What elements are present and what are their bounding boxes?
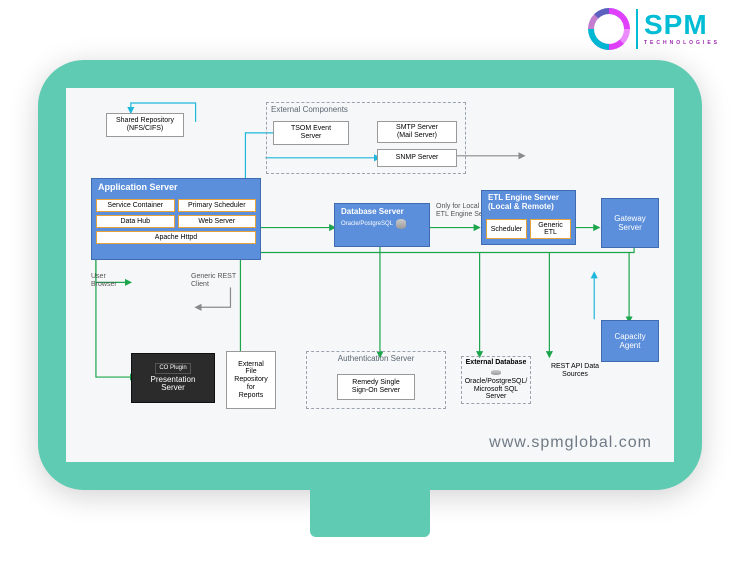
etl-generic-pill: Generic ETL bbox=[530, 219, 571, 239]
tsom-event-server-box: TSOM Event Server bbox=[273, 121, 349, 145]
generic-rest-client-label: Generic REST Client bbox=[191, 273, 236, 288]
app-server-title: Application Server bbox=[92, 179, 260, 195]
etl-scheduler-pill: Scheduler bbox=[486, 219, 527, 239]
web-server-pill: Web Server bbox=[178, 215, 257, 228]
monitor-frame: Shared Repository (NFS/CIFS) External Co… bbox=[38, 60, 702, 490]
spm-logo: SPM TECHNOLOGIES bbox=[588, 8, 720, 50]
monitor-stand bbox=[310, 487, 430, 537]
ext-db-sub: Oracle/PostgreSQL/ Microsoft SQL Server bbox=[465, 378, 528, 401]
shared-repository-box: Shared Repository (NFS/CIFS) bbox=[106, 113, 184, 137]
snmp-server-box: SNMP Server bbox=[377, 149, 457, 167]
service-container-pill: Service Container bbox=[96, 199, 175, 212]
database-server-box: Database Server Oracle/PostgreSQL bbox=[334, 203, 430, 247]
primary-scheduler-pill: Primary Scheduler bbox=[178, 199, 257, 212]
external-file-repo-box: External File Repository for Reports bbox=[226, 351, 276, 409]
logo-separator bbox=[636, 9, 638, 49]
data-hub-pill: Data Hub bbox=[96, 215, 175, 228]
smtp-server-box: SMTP Server (Mail Server) bbox=[377, 121, 457, 143]
screen: Shared Repository (NFS/CIFS) External Co… bbox=[66, 88, 674, 462]
architecture-diagram: Shared Repository (NFS/CIFS) External Co… bbox=[76, 98, 664, 420]
apache-httpd-pill: Apache Httpd bbox=[96, 231, 256, 244]
database-icon bbox=[396, 219, 406, 229]
presentation-server-box: CO Plugin Presentation Server bbox=[131, 353, 215, 403]
logo-icon bbox=[588, 8, 630, 50]
db-server-sub: Oracle/PostgreSQL bbox=[335, 219, 429, 229]
presentation-server-label: Presentation Server bbox=[151, 376, 196, 394]
authentication-server-group: Authentication Server Remedy Single Sign… bbox=[306, 351, 446, 409]
auth-server-title: Authentication Server bbox=[307, 352, 445, 363]
logo-text: SPM TECHNOLOGIES bbox=[644, 13, 720, 45]
gateway-server-label: Gateway Server bbox=[614, 214, 646, 232]
capacity-agent-box: Capacity Agent bbox=[601, 320, 659, 362]
ext-db-title: External Database bbox=[466, 359, 527, 367]
external-components-title: External Components bbox=[267, 103, 465, 114]
application-server-box: Application Server Service Container Pri… bbox=[91, 178, 261, 260]
etl-engine-server-box: ETL Engine Server (Local & Remote) Sched… bbox=[481, 190, 576, 245]
remedy-sso-box: Remedy Single Sign-On Server bbox=[337, 374, 415, 400]
etl-title: ETL Engine Server (Local & Remote) bbox=[482, 191, 575, 215]
external-database-box: External Database Oracle/PostgreSQL/ Mic… bbox=[461, 356, 531, 404]
footer-url: www.spmglobal.com bbox=[489, 434, 652, 452]
external-components-group: External Components TSOM Event Server SM… bbox=[266, 102, 466, 174]
user-browser-label: User Browser bbox=[91, 273, 117, 288]
capacity-agent-label: Capacity Agent bbox=[614, 332, 645, 350]
gateway-server-box: Gateway Server bbox=[601, 198, 659, 248]
co-plugin-badge: CO Plugin bbox=[155, 363, 190, 374]
database-icon bbox=[491, 370, 501, 375]
db-server-title: Database Server bbox=[335, 204, 429, 219]
rest-api-sources-box: REST API Data Sources bbox=[544, 356, 606, 386]
